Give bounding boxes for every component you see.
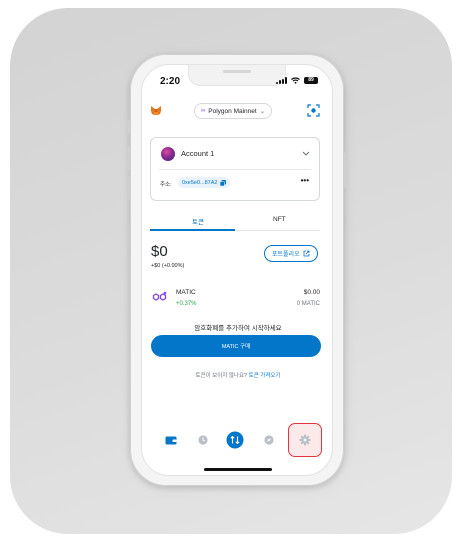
battery-icon: 89 xyxy=(304,77,318,84)
portfolio-button[interactable]: 포트폴리오 xyxy=(264,245,318,262)
signal-icon xyxy=(276,77,287,84)
account-avatar xyxy=(161,147,175,161)
tab-underline-active xyxy=(150,229,235,231)
phone-screen: 2:20 89 ∞ Polygon Mainnet ⌄ Account 1 주소… xyxy=(141,64,333,476)
token-change: +0.37% xyxy=(176,301,197,307)
account-name: Account 1 xyxy=(181,149,215,158)
copy-icon xyxy=(220,179,227,186)
wallet-icon[interactable] xyxy=(164,433,178,447)
import-prompt: 토큰이 보이지 않나요? xyxy=(195,373,249,379)
token-fiat-value: $0.00 xyxy=(303,289,320,296)
import-tokens-link[interactable]: 토큰 가져오기 xyxy=(249,373,281,379)
chevron-down-icon: ⌄ xyxy=(259,108,266,115)
token-amount: 0 MATIC xyxy=(296,301,320,307)
chevron-down-icon[interactable] xyxy=(302,151,310,156)
phone-side-button xyxy=(127,146,130,170)
more-options-icon[interactable]: ••• xyxy=(301,176,309,185)
balance-change: +$0 (+0.00%) xyxy=(151,263,185,269)
add-crypto-prompt: 암호화폐를 추가하여 시작하세요 xyxy=(194,325,282,332)
tab-nft[interactable]: NFT xyxy=(273,216,286,223)
phone-side-button xyxy=(127,120,130,134)
clock-icon[interactable] xyxy=(196,433,210,447)
portfolio-label: 포트폴리오 xyxy=(272,252,300,258)
home-indicator xyxy=(204,468,272,471)
import-tokens-row: 토큰이 보이지 않나요? 토큰 가져오기 xyxy=(142,371,332,379)
account-card[interactable]: Account 1 주소: 0xe5e0...87A2 ••• xyxy=(150,137,320,201)
polygon-dot-icon: ∞ xyxy=(201,108,206,114)
phone-side-button xyxy=(127,176,130,200)
metamask-fox-icon xyxy=(151,106,161,115)
network-name: Polygon Mainnet xyxy=(208,107,257,115)
address-copy-pill[interactable]: 0xe5e0...87A2 xyxy=(178,177,231,188)
wifi-icon xyxy=(291,77,300,84)
swap-icon[interactable] xyxy=(226,431,244,449)
total-balance: $0 xyxy=(151,243,168,260)
compass-icon[interactable] xyxy=(262,433,276,447)
phone-notch xyxy=(188,65,286,86)
buy-matic-button[interactable]: MATIC 구매 xyxy=(151,335,321,357)
speaker xyxy=(223,70,251,73)
token-name[interactable]: MATIC xyxy=(176,289,196,296)
matic-logo-icon xyxy=(152,291,167,301)
external-link-icon xyxy=(303,250,310,257)
network-selector[interactable]: ∞ Polygon Mainnet ⌄ xyxy=(194,103,273,119)
card-divider xyxy=(159,169,311,170)
status-time: 2:20 xyxy=(160,76,181,87)
buy-matic-label: MATIC 구매 xyxy=(221,344,251,350)
phone-side-button xyxy=(344,152,347,188)
scan-qr-icon[interactable] xyxy=(307,104,320,117)
status-icons: 89 xyxy=(276,77,318,84)
tab-tokens[interactable]: 토큰 xyxy=(192,216,204,226)
address-label: 주소: xyxy=(160,182,172,188)
gear-icon[interactable] xyxy=(298,433,312,447)
account-address: 0xe5e0...87A2 xyxy=(182,179,218,186)
